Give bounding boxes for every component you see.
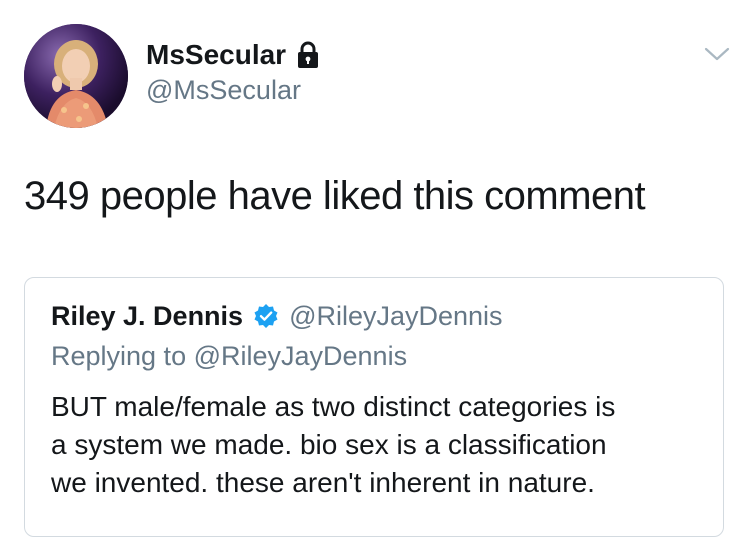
quoted-tweet-line: BUT male/female as two distinct categori… xyxy=(51,391,616,422)
verified-badge-icon xyxy=(253,303,279,329)
replying-to-label: Replying to @RileyJayDennis xyxy=(51,341,408,371)
lock-icon xyxy=(296,41,320,69)
chevron-down-icon[interactable] xyxy=(704,44,730,64)
avatar-image xyxy=(24,24,128,128)
author-handle[interactable]: @MsSecular xyxy=(146,74,301,106)
author-name-row[interactable]: MsSecular xyxy=(146,38,320,72)
tweet-text: 349 people have liked this comment xyxy=(24,174,646,218)
quoted-tweet-text: BUT male/female as two distinct categori… xyxy=(51,388,711,502)
quoted-author-name: Riley J. Dennis xyxy=(51,301,244,331)
quoted-tweet-header: Riley J. Dennis @RileyJayDennis xyxy=(51,300,503,332)
quoted-tweet-card[interactable]: Riley J. Dennis @RileyJayDennis Replying… xyxy=(24,277,724,537)
quoted-author-handle: @RileyJayDennis xyxy=(289,301,503,331)
quoted-tweet-line: a system we made. bio sex is a classific… xyxy=(51,429,607,460)
avatar[interactable] xyxy=(24,24,128,128)
quoted-tweet-line: we invented. these aren't inherent in na… xyxy=(51,467,595,498)
author-name[interactable]: MsSecular xyxy=(146,38,286,72)
